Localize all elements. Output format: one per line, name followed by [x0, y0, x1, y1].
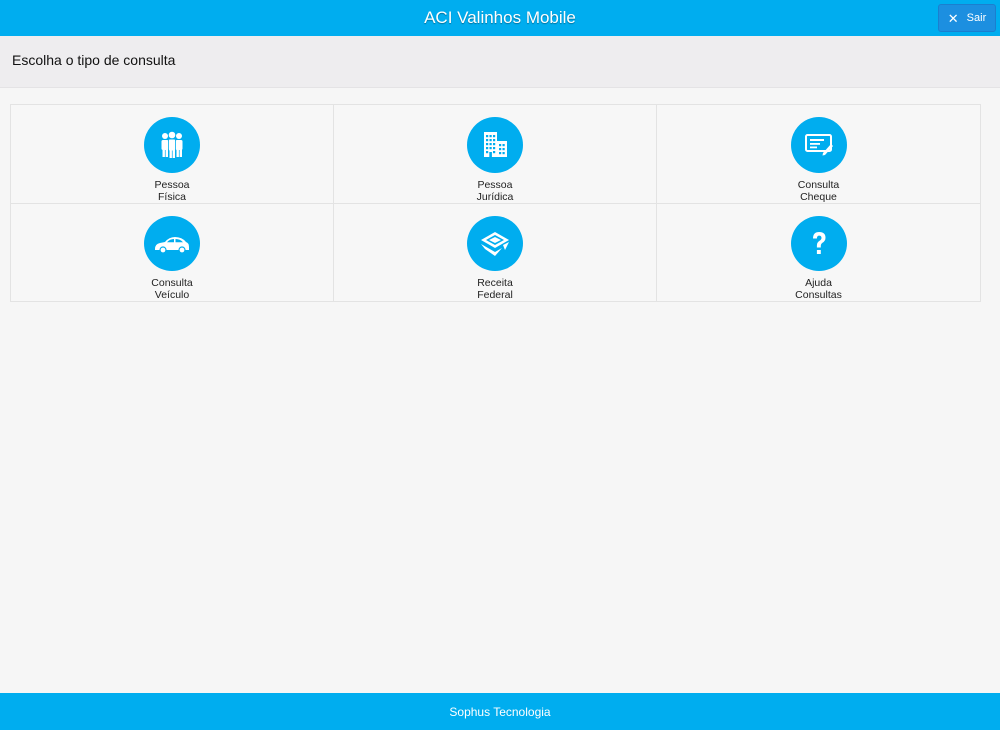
tile-consulta-veiculo[interactable]: Consulta Veículo	[10, 203, 334, 302]
page-title: Escolha o tipo de consulta	[12, 51, 176, 68]
exit-button-label: Sair	[966, 12, 987, 24]
exit-button[interactable]: ✕ Sair	[938, 4, 996, 32]
close-icon: ✕	[947, 10, 959, 26]
tile-label: Consulta Cheque	[797, 179, 840, 203]
app-header: ACI Valinhos Mobile ✕ Sair	[0, 0, 1000, 36]
tile-pessoa-juridica[interactable]: Pessoa Jurídica	[333, 104, 657, 204]
tile-label: Pessoa Física	[154, 179, 190, 203]
app-page: ACI Valinhos Mobile ✕ Sair Escolha o tip…	[0, 0, 1000, 730]
tile-label: Receita Federal	[477, 277, 513, 301]
tile-ajuda-consultas[interactable]: Ajuda Consultas	[656, 203, 981, 302]
buildings-icon	[467, 117, 523, 173]
tile-consulta-cheque[interactable]: Consulta Cheque	[656, 104, 981, 204]
tile-label: Ajuda Consultas	[795, 277, 842, 301]
help-icon	[790, 216, 847, 271]
app-title: ACI Valinhos Mobile	[424, 8, 576, 27]
tile-receita-federal[interactable]: Receita Federal	[333, 203, 657, 302]
tile-pessoa-fisica[interactable]: Pessoa Física	[10, 104, 334, 204]
consultation-grid: Pessoa Física Pessoa Jurídica Consulta C…	[10, 104, 981, 302]
tile-label: Consulta Veículo	[151, 277, 193, 301]
footer-text: Sophus Tecnologia	[449, 704, 551, 719]
receita-federal-icon	[467, 216, 523, 271]
people-icon	[144, 117, 200, 173]
cheque-icon	[790, 117, 847, 173]
tile-label: Pessoa Jurídica	[476, 179, 514, 203]
car-icon	[144, 216, 200, 271]
app-footer: Sophus Tecnologia	[0, 693, 1000, 730]
page-subheader: Escolha o tipo de consulta	[0, 36, 1000, 88]
